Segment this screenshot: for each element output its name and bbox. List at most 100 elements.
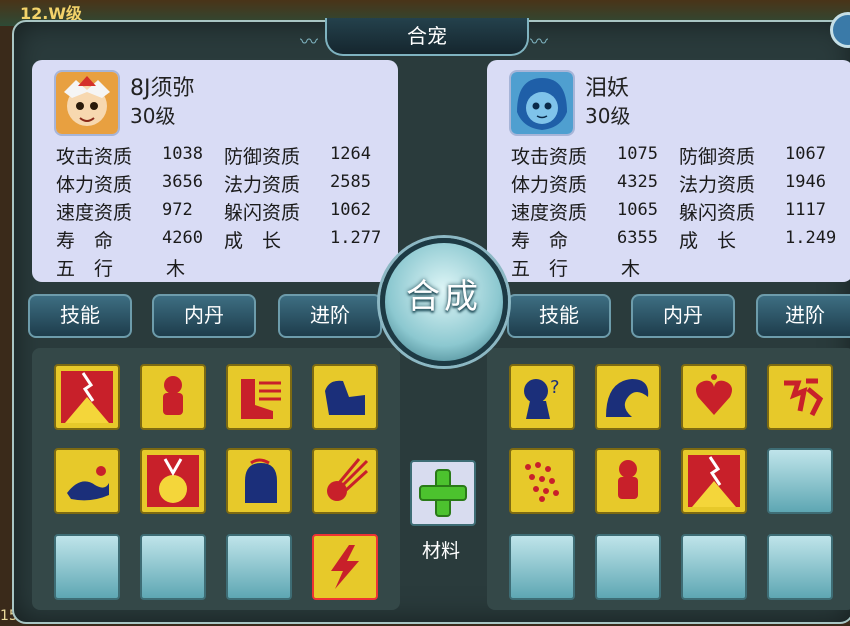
stat-label: 速度资质 [56, 202, 133, 224]
stat-value: 木 [621, 258, 641, 280]
stat-value: 1946 [785, 172, 826, 192]
stat-label: 攻击资质 [511, 146, 588, 168]
left-tab-inner-core[interactable]: 内丹 [152, 294, 256, 338]
stat-value: 1067 [785, 144, 826, 164]
stat-label: 寿 命 [511, 230, 569, 252]
stat-value: 1117 [785, 200, 826, 220]
stat-value: 1.277 [330, 228, 382, 248]
material-label: 材料 [421, 540, 460, 562]
left-tab-advance[interactable]: 进阶 [278, 294, 382, 338]
stat-value: 1038 [162, 144, 203, 164]
burst-icon [688, 455, 740, 507]
stat-label: 体力资质 [56, 174, 133, 196]
right-empty-skill-slot[interactable] [509, 534, 575, 600]
stat-label: 法力资质 [679, 174, 756, 196]
stat-value: 3656 [162, 172, 203, 192]
stat-label: 成 长 [679, 230, 737, 252]
right-empty-skill-slot[interactable] [767, 534, 833, 600]
stat-value: 1065 [617, 200, 658, 220]
left-pet-info: 8J须弥 30级 攻击资质 1038 防御资质 1264 体力资质 3656 法… [32, 60, 398, 282]
burst-icon [61, 371, 113, 423]
stat-value: 2585 [330, 172, 371, 192]
heart-icon [688, 371, 740, 423]
stat-value: 1062 [330, 200, 371, 220]
stat-label: 防御资质 [679, 146, 756, 168]
right-skill-slot[interactable] [767, 364, 833, 430]
stat-label: 躲闪资质 [224, 202, 301, 224]
title-left-ornament: 〰 [300, 32, 318, 53]
figure-icon [147, 371, 199, 423]
title-right-ornament: 〰 [530, 32, 548, 53]
left-skill-slot[interactable] [140, 364, 206, 430]
scatter-icon [516, 455, 568, 507]
stat-value: 1.249 [785, 228, 837, 248]
water-spirit-portrait-icon [511, 72, 573, 134]
fireball-icon [319, 455, 371, 507]
plus-icon [419, 469, 467, 517]
right-empty-skill-slot[interactable] [767, 448, 833, 514]
right-skill-grid: ? [487, 348, 850, 610]
fist-icon [319, 371, 371, 423]
lightning-icon [319, 541, 371, 593]
right-pet-level: 30级 [585, 104, 631, 128]
stat-value: 木 [166, 258, 186, 280]
left-skill-slot[interactable] [226, 448, 292, 514]
material-slot[interactable] [410, 460, 476, 526]
stat-label: 攻击资质 [56, 146, 133, 168]
left-empty-skill-slot[interactable] [54, 534, 120, 600]
right-tab-skill[interactable]: 技能 [507, 294, 611, 338]
boot-icon [233, 371, 285, 423]
lizard-icon [61, 455, 113, 507]
right-skill-slot[interactable] [509, 448, 575, 514]
explosion-icon [147, 455, 199, 507]
left-skill-grid [32, 348, 400, 610]
right-skill-slot[interactable] [681, 364, 747, 430]
right-pet-avatar[interactable] [509, 70, 575, 136]
left-empty-skill-slot[interactable] [226, 534, 292, 600]
left-tab-skill[interactable]: 技能 [28, 294, 132, 338]
stat-value: 1075 [617, 144, 658, 164]
right-pet-name: 泪妖 [585, 76, 630, 101]
stat-value: 6355 [617, 228, 658, 248]
left-skill-slot[interactable] [312, 534, 378, 600]
figure-icon [602, 455, 654, 507]
right-skill-slot[interactable] [595, 364, 661, 430]
right-skill-slot[interactable] [681, 448, 747, 514]
right-empty-skill-slot[interactable] [681, 534, 747, 600]
svg-text:?: ? [550, 377, 560, 398]
left-empty-skill-slot[interactable] [140, 534, 206, 600]
left-skill-slot[interactable] [140, 448, 206, 514]
stat-value: 972 [162, 200, 193, 220]
right-pet-info: 泪妖 30级 攻击资质 1075 防御资质 1067 体力资质 4325 法力资… [487, 60, 850, 282]
right-tab-advance[interactable]: 进阶 [756, 294, 850, 338]
left-skill-slot[interactable] [312, 364, 378, 430]
stat-label: 五 行 [56, 258, 114, 280]
question-hand-icon: ? [516, 371, 568, 423]
monkey-portrait-icon [56, 72, 118, 134]
left-pet-name: 8J须弥 [130, 76, 195, 101]
stat-value: 1264 [330, 144, 371, 164]
left-pet-level: 30级 [130, 104, 176, 128]
right-skill-slot[interactable] [595, 448, 661, 514]
stat-label: 成 长 [224, 230, 282, 252]
right-tab-inner-core[interactable]: 内丹 [631, 294, 735, 338]
left-pet-avatar[interactable] [54, 70, 120, 136]
right-skill-slot[interactable]: ? [509, 364, 575, 430]
left-skill-slot[interactable] [312, 448, 378, 514]
stat-label: 速度资质 [511, 202, 588, 224]
stat-value: 4260 [162, 228, 203, 248]
head-icon [233, 455, 285, 507]
stat-label: 法力资质 [224, 174, 301, 196]
wave-icon [602, 371, 654, 423]
left-skill-slot[interactable] [54, 448, 120, 514]
left-skill-slot[interactable] [54, 364, 120, 430]
stat-label: 五 行 [511, 258, 569, 280]
window-title: 合宠 [325, 18, 529, 56]
stat-value: 4325 [617, 172, 658, 192]
stat-label: 躲闪资质 [679, 202, 756, 224]
left-skill-slot[interactable] [226, 364, 292, 430]
merge-button[interactable]: 合成 [380, 238, 508, 366]
stat-label: 寿 命 [56, 230, 114, 252]
stat-label: 防御资质 [224, 146, 301, 168]
right-empty-skill-slot[interactable] [595, 534, 661, 600]
